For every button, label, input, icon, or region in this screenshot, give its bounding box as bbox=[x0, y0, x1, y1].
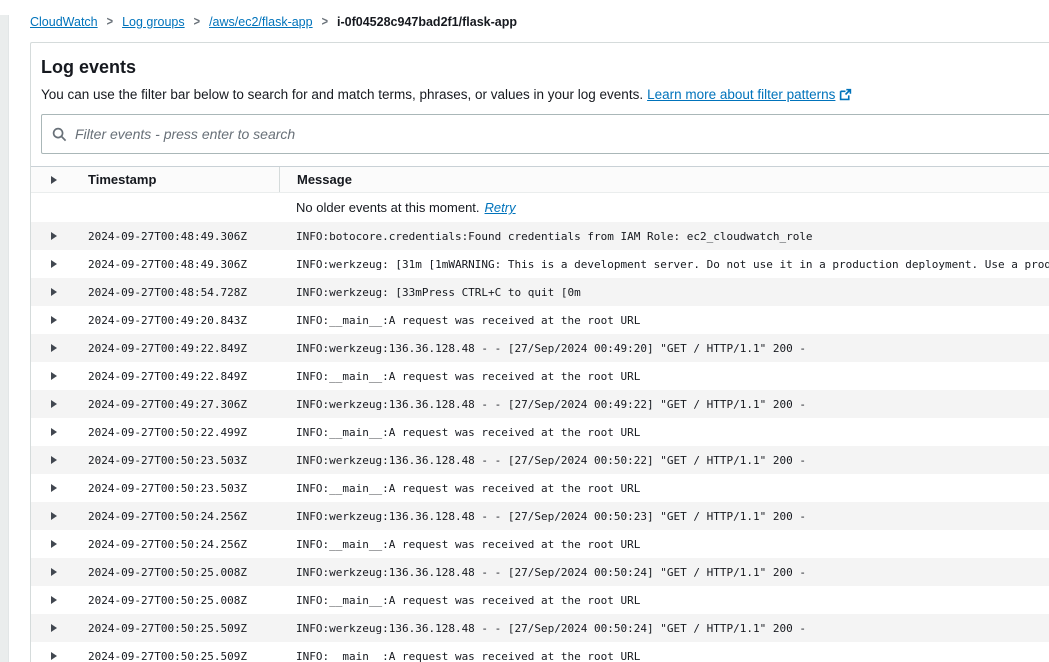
table-row[interactable]: 2024-09-27T00:49:22.849Z INFO:werkzeug:1… bbox=[31, 334, 1049, 362]
timestamp-cell: 2024-09-27T00:49:22.849Z bbox=[76, 362, 279, 390]
timestamp-cell: 2024-09-27T00:50:23.503Z bbox=[76, 446, 279, 474]
expand-arrow-icon[interactable] bbox=[51, 484, 57, 492]
breadcrumb-cloudwatch[interactable]: CloudWatch bbox=[30, 15, 98, 29]
message-cell: INFO:werkzeug:136.36.128.48 - - [27/Sep/… bbox=[279, 558, 1049, 586]
external-link-icon bbox=[839, 88, 852, 101]
timestamp-cell: 2024-09-27T00:50:25.509Z bbox=[76, 614, 279, 642]
message-column-header[interactable]: Message bbox=[279, 167, 1049, 192]
table-row[interactable]: 2024-09-27T00:50:25.008Z INFO:__main__:A… bbox=[31, 586, 1049, 614]
timestamp-cell: 2024-09-27T00:50:25.509Z bbox=[76, 642, 279, 662]
message-cell: INFO:__main__:A request was received at … bbox=[279, 362, 1049, 390]
timestamp-cell: 2024-09-27T00:50:24.256Z bbox=[76, 502, 279, 530]
panel-description: You can use the filter bar below to sear… bbox=[41, 87, 643, 102]
expand-arrow-icon[interactable] bbox=[51, 512, 57, 520]
timestamp-cell: 2024-09-27T00:50:25.008Z bbox=[76, 586, 279, 614]
chevron-right-icon: > bbox=[107, 15, 113, 29]
message-cell: INFO:werkzeug: [31m [1mWARNING: This is … bbox=[279, 250, 1049, 278]
breadcrumb-log-stream-name: i-0f04528c947bad2f1/flask-app bbox=[337, 15, 517, 29]
page-title: Log events bbox=[41, 57, 1049, 78]
log-events-table: Timestamp Message No older events at thi… bbox=[31, 166, 1049, 662]
learn-more-label: Learn more about filter patterns bbox=[647, 87, 835, 102]
timestamp-cell: 2024-09-27T00:48:49.306Z bbox=[76, 250, 279, 278]
expand-arrow-icon[interactable] bbox=[51, 344, 57, 352]
filter-events-input[interactable] bbox=[75, 126, 1049, 142]
table-row[interactable]: 2024-09-27T00:49:22.849Z INFO:__main__:A… bbox=[31, 362, 1049, 390]
expand-arrow-icon[interactable] bbox=[51, 232, 57, 240]
expand-arrow-icon[interactable] bbox=[51, 372, 57, 380]
expand-arrow-icon[interactable] bbox=[51, 288, 57, 296]
table-row[interactable]: 2024-09-27T00:50:25.509Z INFO:__main__:A… bbox=[31, 642, 1049, 662]
table-row[interactable]: 2024-09-27T00:48:49.306Z INFO:botocore.c… bbox=[31, 222, 1049, 250]
no-older-events-text: No older events at this moment. bbox=[296, 200, 480, 215]
retry-link[interactable]: Retry bbox=[485, 200, 516, 215]
breadcrumb-log-group-name[interactable]: /aws/ec2/flask-app bbox=[209, 15, 313, 29]
table-row[interactable]: 2024-09-27T00:48:49.306Z INFO:werkzeug: … bbox=[31, 250, 1049, 278]
message-cell: INFO:werkzeug:136.36.128.48 - - [27/Sep/… bbox=[279, 614, 1049, 642]
table-row[interactable]: 2024-09-27T00:49:27.306Z INFO:werkzeug:1… bbox=[31, 390, 1049, 418]
no-older-events-row: No older events at this moment. Retry bbox=[31, 193, 1049, 222]
expand-arrow-icon[interactable] bbox=[51, 624, 57, 632]
learn-more-link[interactable]: Learn more about filter patterns bbox=[647, 87, 852, 102]
message-cell: INFO:__main__:A request was received at … bbox=[279, 474, 1049, 502]
breadcrumb-log-groups[interactable]: Log groups bbox=[122, 15, 185, 29]
message-cell: INFO:__main__:A request was received at … bbox=[279, 642, 1049, 662]
message-cell: INFO:werkzeug:136.36.128.48 - - [27/Sep/… bbox=[279, 390, 1049, 418]
message-cell: INFO:__main__:A request was received at … bbox=[279, 530, 1049, 558]
table-row[interactable]: 2024-09-27T00:49:20.843Z INFO:__main__:A… bbox=[31, 306, 1049, 334]
timestamp-cell: 2024-09-27T00:48:49.306Z bbox=[76, 222, 279, 250]
timestamp-cell: 2024-09-27T00:49:27.306Z bbox=[76, 390, 279, 418]
search-icon bbox=[52, 127, 67, 142]
table-body: 2024-09-27T00:48:49.306Z INFO:botocore.c… bbox=[31, 222, 1049, 662]
table-row[interactable]: 2024-09-27T00:50:24.256Z INFO:__main__:A… bbox=[31, 530, 1049, 558]
expand-arrow-icon[interactable] bbox=[51, 596, 57, 604]
expand-arrow-icon[interactable] bbox=[51, 540, 57, 548]
message-cell: INFO:__main__:A request was received at … bbox=[279, 418, 1049, 446]
table-row[interactable]: 2024-09-27T00:50:24.256Z INFO:werkzeug:1… bbox=[31, 502, 1049, 530]
table-header-row: Timestamp Message bbox=[31, 166, 1049, 193]
page-left-gutter bbox=[0, 15, 9, 662]
expand-arrow-icon[interactable] bbox=[51, 652, 57, 660]
breadcrumb: CloudWatch > Log groups > /aws/ec2/flask… bbox=[30, 15, 1049, 29]
expand-arrow-icon[interactable] bbox=[51, 260, 57, 268]
filter-events-bar[interactable] bbox=[41, 114, 1049, 154]
log-events-panel: Log events You can use the filter bar be… bbox=[30, 42, 1049, 662]
timestamp-cell: 2024-09-27T00:50:24.256Z bbox=[76, 530, 279, 558]
message-cell: INFO:werkzeug: [33mPress CTRL+C to quit … bbox=[279, 278, 1049, 306]
table-row[interactable]: 2024-09-27T00:48:54.728Z INFO:werkzeug: … bbox=[31, 278, 1049, 306]
timestamp-cell: 2024-09-27T00:50:23.503Z bbox=[76, 474, 279, 502]
table-row[interactable]: 2024-09-27T00:50:23.503Z INFO:__main__:A… bbox=[31, 474, 1049, 502]
chevron-right-icon: > bbox=[194, 15, 200, 29]
timestamp-cell: 2024-09-27T00:48:54.728Z bbox=[76, 278, 279, 306]
message-cell: INFO:werkzeug:136.36.128.48 - - [27/Sep/… bbox=[279, 446, 1049, 474]
timestamp-column-header[interactable]: Timestamp bbox=[76, 167, 279, 192]
table-row[interactable]: 2024-09-27T00:50:25.008Z INFO:werkzeug:1… bbox=[31, 558, 1049, 586]
message-cell: INFO:__main__:A request was received at … bbox=[279, 586, 1049, 614]
chevron-right-icon: > bbox=[322, 15, 328, 29]
timestamp-cell: 2024-09-27T00:50:25.008Z bbox=[76, 558, 279, 586]
expand-arrow-icon[interactable] bbox=[51, 568, 57, 576]
expand-arrow-icon[interactable] bbox=[51, 400, 57, 408]
message-cell: INFO:werkzeug:136.36.128.48 - - [27/Sep/… bbox=[279, 502, 1049, 530]
table-row[interactable]: 2024-09-27T00:50:25.509Z INFO:werkzeug:1… bbox=[31, 614, 1049, 642]
message-cell: INFO:botocore.credentials:Found credenti… bbox=[279, 222, 1049, 250]
expand-all-arrow-icon[interactable] bbox=[51, 176, 57, 184]
expand-arrow-icon[interactable] bbox=[51, 456, 57, 464]
timestamp-cell: 2024-09-27T00:50:22.499Z bbox=[76, 418, 279, 446]
timestamp-cell: 2024-09-27T00:49:22.849Z bbox=[76, 334, 279, 362]
expand-arrow-icon[interactable] bbox=[51, 428, 57, 436]
expand-arrow-icon[interactable] bbox=[51, 316, 57, 324]
message-cell: INFO:__main__:A request was received at … bbox=[279, 306, 1049, 334]
table-row[interactable]: 2024-09-27T00:50:23.503Z INFO:werkzeug:1… bbox=[31, 446, 1049, 474]
table-row[interactable]: 2024-09-27T00:50:22.499Z INFO:__main__:A… bbox=[31, 418, 1049, 446]
message-cell: INFO:werkzeug:136.36.128.48 - - [27/Sep/… bbox=[279, 334, 1049, 362]
timestamp-cell: 2024-09-27T00:49:20.843Z bbox=[76, 306, 279, 334]
